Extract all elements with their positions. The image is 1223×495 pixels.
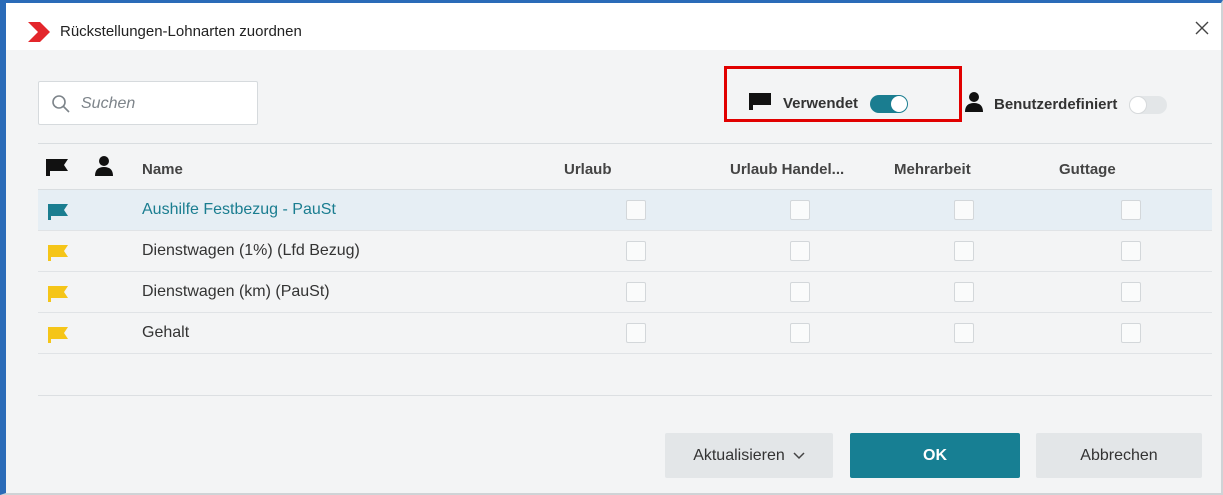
flag-icon xyxy=(46,203,70,226)
highlight-box xyxy=(724,66,962,122)
checkbox-urlaub-handel[interactable] xyxy=(790,241,810,261)
filter-custom-label: Benutzerdefiniert xyxy=(994,96,1118,113)
checkbox-mehrarbeit[interactable] xyxy=(954,282,974,302)
search-icon xyxy=(51,94,71,119)
column-header-name[interactable]: Name xyxy=(142,161,183,178)
row-name: Dienstwagen (km) (PauSt) xyxy=(142,283,330,300)
update-button-label: Aktualisieren xyxy=(693,446,785,464)
ok-button[interactable]: OK xyxy=(850,433,1020,478)
column-header-urlaub[interactable]: Urlaub xyxy=(564,161,612,178)
table-row[interactable]: Dienstwagen (1%) (Lfd Bezug) xyxy=(38,231,1212,272)
cancel-button-label: Abbrechen xyxy=(1080,446,1158,464)
window-title: Rückstellungen-Lohnarten zuordnen xyxy=(60,23,302,40)
close-icon[interactable] xyxy=(1191,17,1213,39)
filter-custom-toggle[interactable] xyxy=(1129,95,1168,114)
flag-icon xyxy=(46,285,70,308)
checkbox-urlaub-handel[interactable] xyxy=(790,323,810,343)
filter-custom: Benutzerdefiniert xyxy=(964,91,1168,118)
person-icon xyxy=(964,91,984,118)
footer-divider xyxy=(38,395,1212,396)
checkbox-mehrarbeit[interactable] xyxy=(954,241,974,261)
row-name: Dienstwagen (1%) (Lfd Bezug) xyxy=(142,242,360,259)
table-row[interactable]: Aushilfe Festbezug - PauSt xyxy=(38,190,1212,231)
checkbox-urlaub[interactable] xyxy=(626,200,646,220)
column-header-guttage[interactable]: Guttage xyxy=(1059,161,1116,178)
search-placeholder: Suchen xyxy=(81,95,136,112)
logo-chevron-icon xyxy=(26,21,52,48)
flag-icon xyxy=(46,326,70,349)
column-header-mehrarbeit[interactable]: Mehrarbeit xyxy=(894,161,971,178)
update-dropdown-button[interactable]: Aktualisieren xyxy=(665,433,833,478)
checkbox-urlaub[interactable] xyxy=(626,282,646,302)
cancel-button[interactable]: Abbrechen xyxy=(1036,433,1202,478)
checkbox-guttage[interactable] xyxy=(1121,282,1141,302)
checkbox-urlaub[interactable] xyxy=(626,241,646,261)
table-row[interactable]: Dienstwagen (km) (PauSt) xyxy=(38,272,1212,313)
checkbox-guttage[interactable] xyxy=(1121,241,1141,261)
column-header-urlaub-handel[interactable]: Urlaub Handel... xyxy=(730,161,844,178)
checkbox-guttage[interactable] xyxy=(1121,200,1141,220)
row-name: Gehalt xyxy=(142,324,190,341)
search-input[interactable]: Suchen xyxy=(38,81,258,125)
person-column-icon xyxy=(94,155,114,182)
flag-column-icon xyxy=(44,157,70,182)
chevron-down-icon xyxy=(793,447,805,465)
checkbox-guttage[interactable] xyxy=(1121,323,1141,343)
title-bar: Rückstellungen-Lohnarten zuordnen xyxy=(6,3,1221,50)
checkbox-mehrarbeit[interactable] xyxy=(954,323,974,343)
checkbox-urlaub-handel[interactable] xyxy=(790,282,810,302)
checkbox-urlaub-handel[interactable] xyxy=(790,200,810,220)
table-row[interactable]: Gehalt xyxy=(38,313,1212,354)
checkbox-urlaub[interactable] xyxy=(626,323,646,343)
flag-icon xyxy=(46,244,70,267)
ok-button-label: OK xyxy=(923,446,947,464)
row-name: Aushilfe Festbezug - PauSt xyxy=(142,201,336,218)
dialog-window: Rückstellungen-Lohnarten zuordnen Suchen… xyxy=(0,0,1223,495)
checkbox-mehrarbeit[interactable] xyxy=(954,200,974,220)
